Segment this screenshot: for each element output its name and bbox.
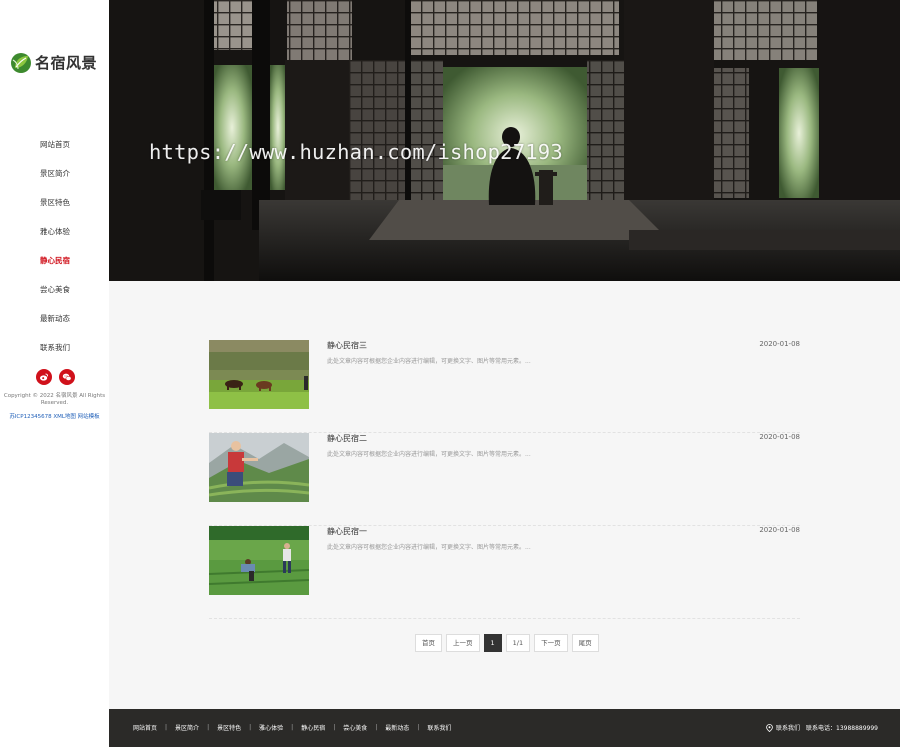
brand-name: 名宿风景 [35,53,98,72]
weibo-icon [40,373,49,381]
article-summary: 此处文章内容可根据您企业内容进行编辑，可更换文字、图片等常用元素。... [327,358,531,365]
thumbnail-image [209,526,309,595]
current-page-button[interactable]: 1 [483,634,502,652]
article-title[interactable]: 静心民宿一 [327,526,367,537]
main-nav: 网站首页 景区简介 景区特色 雅心体验 静心民宿 尝心美食 最新动态 联系我们 [40,130,109,362]
footer-link-features[interactable]: 景区特色 [217,723,241,732]
nav-item-homestay[interactable]: 静心民宿 [40,246,109,275]
prev-page-button[interactable]: 上一页 [446,634,480,652]
logo[interactable]: 名宿风景 [9,50,97,74]
article-thumbnail[interactable] [209,526,309,595]
watermark-text: https://www.huzhan.com/ishop27193 [149,140,563,164]
list-item: 静心民宿一 此处文章内容可根据您企业内容进行编辑，可更换文字、图片等常用元素。.… [209,526,800,619]
pagination: 首页 上一页 1 1/1 下一页 尾页 [415,634,599,652]
footer-phone: 联系电话：13988889999 [806,725,878,732]
xml-map-link[interactable]: XML地图 [53,414,76,420]
sidebar: 名宿风景 网站首页 景区简介 景区特色 雅心体验 静心民宿 尝心美食 最新动态 … [0,0,109,747]
content-area: 静心民宿三 此处文章内容可根据您企业内容进行编辑，可更换文字、图片等常用元素。.… [109,281,900,709]
icp-links: 苏ICP12345678 XML地图 网站模板 [0,412,109,420]
copyright-text: Copyright © 2022 名宿风景 All Rights Reserve… [3,393,106,406]
article-thumbnail[interactable] [209,340,309,409]
footer-address: 联系我们 [775,725,800,732]
footer-link-homestay[interactable]: 静心民宿 [301,723,325,732]
footer-link-food[interactable]: 尝心美食 [343,723,367,732]
list-item: 静心民宿二 此处文章内容可根据您企业内容进行编辑，可更换文字、图片等常用元素。.… [209,433,800,526]
footer-separator: | [249,724,252,731]
footer-link-news[interactable]: 最新动态 [385,723,409,732]
article-date: 2020-01-08 [759,526,800,534]
hero-banner: https://www.huzhan.com/ishop27193 [109,0,900,281]
first-page-button[interactable]: 首页 [415,634,442,652]
icp-beian-link[interactable]: 苏ICP12345678 [9,414,51,420]
footer-nav: 网站首页 | 景区简介 | 景区特色 | 雅心体验 | 静心民宿 | 尝心美食 … [133,723,451,732]
footer-separator: | [165,724,168,731]
nav-item-news[interactable]: 最新动态 [40,304,109,333]
location-pin-icon [766,723,773,732]
nav-item-features[interactable]: 景区特色 [40,188,109,217]
nav-item-contact[interactable]: 联系我们 [40,333,109,362]
leaf-logo-icon [11,53,31,73]
last-page-button[interactable]: 尾页 [571,634,599,652]
footer-link-intro[interactable]: 景区简介 [175,723,199,732]
footer-contact: 联系我们 联系电话：13988889999 [766,723,878,732]
footer-link-contact[interactable]: 联系我们 [427,723,451,732]
thumbnail-image [209,340,309,409]
nav-item-experience[interactable]: 雅心体验 [40,217,109,246]
page-count: 1/1 [505,634,531,652]
article-date: 2020-01-08 [759,340,800,348]
article-summary: 此处文章内容可根据您企业内容进行编辑，可更换文字、图片等常用元素。... [327,544,531,551]
footer-separator: | [333,724,336,731]
footer-link-home[interactable]: 网站首页 [133,723,157,732]
template-link[interactable]: 网站模板 [78,414,100,420]
article-title[interactable]: 静心民宿二 [327,433,367,444]
footer-separator: | [375,724,378,731]
article-list: 静心民宿三 此处文章内容可根据您企业内容进行编辑，可更换文字、图片等常用元素。.… [209,340,800,619]
social-links [36,369,75,385]
wechat-icon [62,373,72,381]
footer-link-experience[interactable]: 雅心体验 [259,723,283,732]
nav-item-intro[interactable]: 景区简介 [40,159,109,188]
list-item: 静心民宿三 此处文章内容可根据您企业内容进行编辑，可更换文字、图片等常用元素。.… [209,340,800,433]
footer-separator: | [291,724,294,731]
nav-item-home[interactable]: 网站首页 [40,130,109,159]
article-thumbnail[interactable] [209,433,309,502]
footer-separator: | [207,724,210,731]
nav-item-food[interactable]: 尝心美食 [40,275,109,304]
article-date: 2020-01-08 [759,433,800,441]
weibo-button[interactable] [36,369,52,385]
wechat-button[interactable] [59,369,75,385]
footer: 网站首页 | 景区简介 | 景区特色 | 雅心体验 | 静心民宿 | 尝心美食 … [109,709,900,747]
next-page-button[interactable]: 下一页 [534,634,568,652]
article-summary: 此处文章内容可根据您企业内容进行编辑，可更换文字、图片等常用元素。... [327,451,531,458]
article-title[interactable]: 静心民宿三 [327,340,367,351]
footer-separator: | [417,724,420,731]
thumbnail-image [209,433,309,502]
